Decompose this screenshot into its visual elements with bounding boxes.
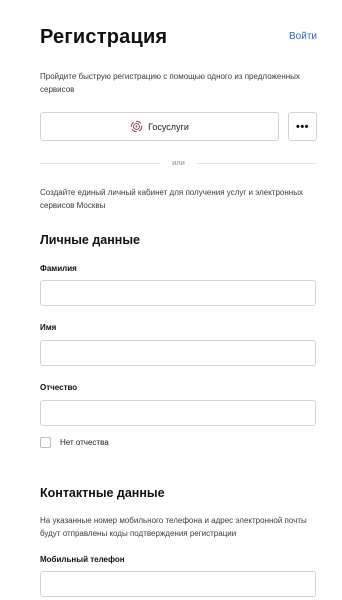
intro-text: Пройдите быструю регистрацию с помощью о…	[40, 72, 300, 94]
personal-section-title: Личные данные	[40, 233, 140, 247]
page-title: Регистрация	[40, 26, 168, 48]
phone-label: Мобильный телефон	[40, 555, 125, 564]
gosuslugi-button[interactable]: Госуслуги	[40, 112, 279, 141]
registration-page: Регистрация Войти Пройдите быструю регис…	[0, 0, 342, 600]
divider-line-right	[197, 163, 317, 164]
contact-section-title: Контактные данные	[40, 486, 165, 500]
middle-name-label: Отчество	[40, 383, 78, 392]
no-middle-name-checkbox[interactable]	[40, 437, 51, 448]
gosuslugi-logo-icon	[130, 120, 143, 133]
first-name-label: Имя	[40, 323, 57, 332]
phone-input[interactable]	[40, 571, 316, 597]
no-middle-name-label: Нет отчества	[60, 438, 109, 447]
last-name-label: Фамилия	[40, 264, 77, 273]
contact-note: На указанные номер мобильного телефона и…	[40, 516, 307, 538]
more-services-button[interactable]: •••	[288, 112, 317, 141]
last-name-input[interactable]	[40, 280, 316, 306]
services-row: Госуслуги •••	[40, 112, 317, 141]
subintro-text: Создайте единый личный кабинет для получ…	[40, 188, 303, 210]
first-name-input[interactable]	[40, 340, 316, 366]
header: Регистрация Войти	[40, 26, 317, 50]
middle-name-input[interactable]	[40, 400, 316, 426]
gosuslugi-label: Госуслуги	[148, 121, 189, 132]
or-divider: или	[40, 158, 317, 168]
no-middle-name-checkbox-row[interactable]: Нет отчества	[40, 437, 109, 448]
more-dots-icon: •••	[295, 120, 310, 133]
login-link[interactable]: Войти	[289, 31, 317, 42]
